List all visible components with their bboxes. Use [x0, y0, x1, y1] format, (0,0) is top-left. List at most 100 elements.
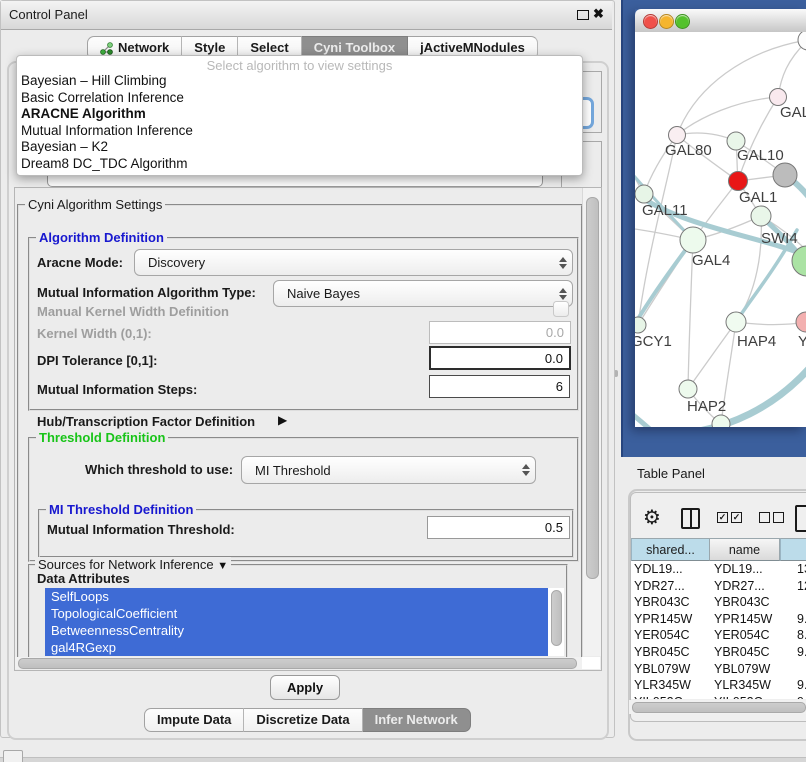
gear-icon[interactable]: ⚙ — [643, 505, 661, 529]
algorithm-option-mutual-information-inference[interactable]: Mutual Information Inference — [17, 123, 582, 140]
cell: YBL079W — [634, 662, 690, 676]
attributes-scrollbar-track[interactable] — [548, 588, 564, 656]
network-node[interactable] — [726, 312, 746, 332]
mi-type-combo[interactable]: Naive Bayes — [273, 280, 573, 307]
apply-button[interactable]: Apply — [270, 675, 340, 700]
zoom-traffic-light-icon[interactable] — [675, 14, 690, 29]
algorithm-option-basic-correlation-inference[interactable]: Basic Correlation Inference — [17, 90, 582, 107]
attribute-item-gal4rgexp[interactable]: gal4RGexp — [45, 639, 564, 656]
network-edge — [778, 40, 806, 97]
attributes-scrollbar-thumb[interactable] — [551, 590, 562, 646]
page-icon[interactable] — [795, 505, 806, 532]
screen: Control Panel ✖ NetworkStyleSelectCyni T… — [0, 0, 806, 762]
table-row[interactable]: YBR045CYBR045C9. — [631, 644, 806, 661]
cell: YBR045C — [714, 645, 770, 659]
minimize-traffic-light-icon[interactable] — [659, 14, 674, 29]
table-panel-title: Table Panel — [637, 466, 705, 481]
mi-threshold-label: Mutual Information Threshold: — [47, 522, 235, 537]
attribute-item-topologicalcoefficient[interactable]: TopologicalCoefficient — [45, 605, 564, 622]
dpi-tolerance-field[interactable]: 0.0 — [429, 346, 571, 370]
settings-vscrollbar-track[interactable] — [582, 188, 601, 656]
cell: 8. — [797, 628, 806, 642]
tab-impute-data[interactable]: Impute Data — [144, 708, 244, 732]
aracne-mode-combo[interactable]: Discovery — [134, 249, 573, 276]
data-attributes-list[interactable]: SelfLoopsTopologicalCoefficientBetweenne… — [45, 588, 564, 656]
network-node[interactable] — [679, 380, 697, 398]
algorithm-option-bayesian-hill-climbing[interactable]: Bayesian – Hill Climbing — [17, 73, 582, 90]
network-node[interactable] — [729, 172, 748, 191]
algorithm-option-bayesian-k2[interactable]: Bayesian – K2 — [17, 139, 582, 156]
mi-threshold-field[interactable]: 0.5 — [427, 516, 570, 539]
network-node[interactable] — [798, 32, 806, 50]
dropdown-items: Bayesian – Hill ClimbingBasic Correlatio… — [17, 73, 582, 172]
checked-box-icon: ✓ — [731, 512, 742, 523]
column-header-shared[interactable]: shared... — [631, 538, 710, 561]
manual-kernel-checkbox[interactable] — [553, 301, 569, 317]
table-row[interactable]: YPR145WYPR145W9. — [631, 611, 806, 628]
tab-discretize-data[interactable]: Discretize Data — [244, 708, 362, 732]
hide-columns-icon[interactable] — [759, 512, 784, 523]
tab-label: Impute Data — [157, 709, 231, 731]
algorithm-option-aracne-algorithm[interactable]: ARACNE Algorithm — [17, 106, 582, 123]
table-row[interactable]: YDL19...YDL19...13 — [631, 561, 806, 578]
hub-section-label[interactable]: Hub/Transcription Factor Definition — [37, 414, 255, 429]
node-label: GAL80 — [665, 142, 712, 159]
cell: YDR27... — [714, 579, 765, 593]
network-node[interactable] — [751, 206, 771, 226]
node-label: Y — [798, 333, 806, 350]
network-node[interactable] — [680, 227, 706, 253]
collapse-down-icon[interactable]: ▼ — [217, 560, 228, 572]
table-row[interactable]: YDR27...YDR27...12 — [631, 578, 806, 595]
table-row[interactable]: YBL079W YBL079W — [631, 661, 806, 678]
float-window-icon[interactable] — [577, 10, 589, 20]
show-columns-icon[interactable]: ✓ ✓ — [717, 512, 742, 523]
cell: YBR043C — [714, 595, 770, 609]
network-node[interactable] — [796, 312, 806, 332]
close-traffic-light-icon[interactable] — [643, 14, 658, 29]
network-node[interactable] — [635, 185, 653, 203]
cell: YIL052C — [714, 695, 763, 699]
bottom-tabbar: Impute Data Discretize DataInfer Network — [144, 708, 471, 732]
network-icon — [100, 42, 113, 55]
kernel-width-label: Kernel Width (0,1): — [37, 326, 152, 341]
column-header-a[interactable]: A... — [780, 538, 806, 561]
table-hscrollbar-thumb[interactable] — [632, 702, 806, 713]
network-node[interactable] — [770, 89, 787, 106]
settings-hscrollbar-track[interactable] — [15, 657, 582, 669]
network-node[interactable] — [773, 163, 797, 187]
node-label: GCY1 — [635, 333, 672, 350]
control-panel-titlebar[interactable]: Control Panel ✖ — [1, 1, 612, 30]
table-row[interactable]: YBR043C YBR043C — [631, 594, 806, 611]
algorithm-option-dream8-dc-tdc-algorithm[interactable]: Dream8 DC_TDC Algorithm — [17, 156, 582, 173]
algorithm-dropdown[interactable]: Select algorithm to view settings Bayesi… — [16, 55, 583, 176]
attribute-item-selfloops[interactable]: SelfLoops — [45, 588, 564, 605]
network-graph: GALGAL80GAL10GAL1GAL11SWI4GAL4GCY1HAP4YH… — [635, 32, 806, 427]
columns-icon[interactable] — [681, 508, 700, 529]
which-threshold-combo[interactable]: MI Threshold — [241, 456, 536, 484]
close-icon[interactable]: ✖ — [593, 6, 604, 22]
network-node[interactable] — [635, 317, 646, 333]
network-node[interactable] — [669, 127, 686, 144]
table-row[interactable]: YIL052CYIL052C9 — [631, 694, 806, 699]
cell: YBL079W — [714, 662, 770, 676]
network-canvas[interactable]: GALGAL80GAL10GAL1GAL11SWI4GAL4GCY1HAP4YH… — [635, 32, 806, 427]
expand-right-icon[interactable]: ▶ — [278, 413, 287, 427]
attribute-item-betweennesscentrality[interactable]: BetweennessCentrality — [45, 622, 564, 639]
settings-vscrollbar-thumb[interactable] — [586, 197, 599, 579]
network-node[interactable] — [712, 415, 730, 427]
sources-group-title[interactable]: Sources for Network Inference ▼ — [35, 557, 231, 572]
mi-steps-field[interactable]: 6 — [429, 375, 570, 398]
table-row[interactable]: YER054CYER054C8. — [631, 627, 806, 644]
cell: YER054C — [634, 628, 690, 642]
tab-infer-network[interactable]: Infer Network — [363, 708, 471, 732]
minimized-panel-icon[interactable] — [3, 750, 23, 762]
node-label: GAL11 — [642, 202, 688, 219]
network-edge-highlighted — [635, 188, 806, 258]
network-window-titlebar[interactable] — [635, 9, 806, 33]
settings-hscrollbar-thumb[interactable] — [18, 658, 577, 669]
table-row[interactable]: YLR345WYLR345W9. — [631, 677, 806, 694]
table-hscrollbar-track[interactable] — [629, 700, 806, 714]
kernel-width-field[interactable]: 0.0 — [429, 321, 571, 344]
column-header-name[interactable]: name — [710, 538, 780, 561]
cell: YBR043C — [634, 595, 690, 609]
